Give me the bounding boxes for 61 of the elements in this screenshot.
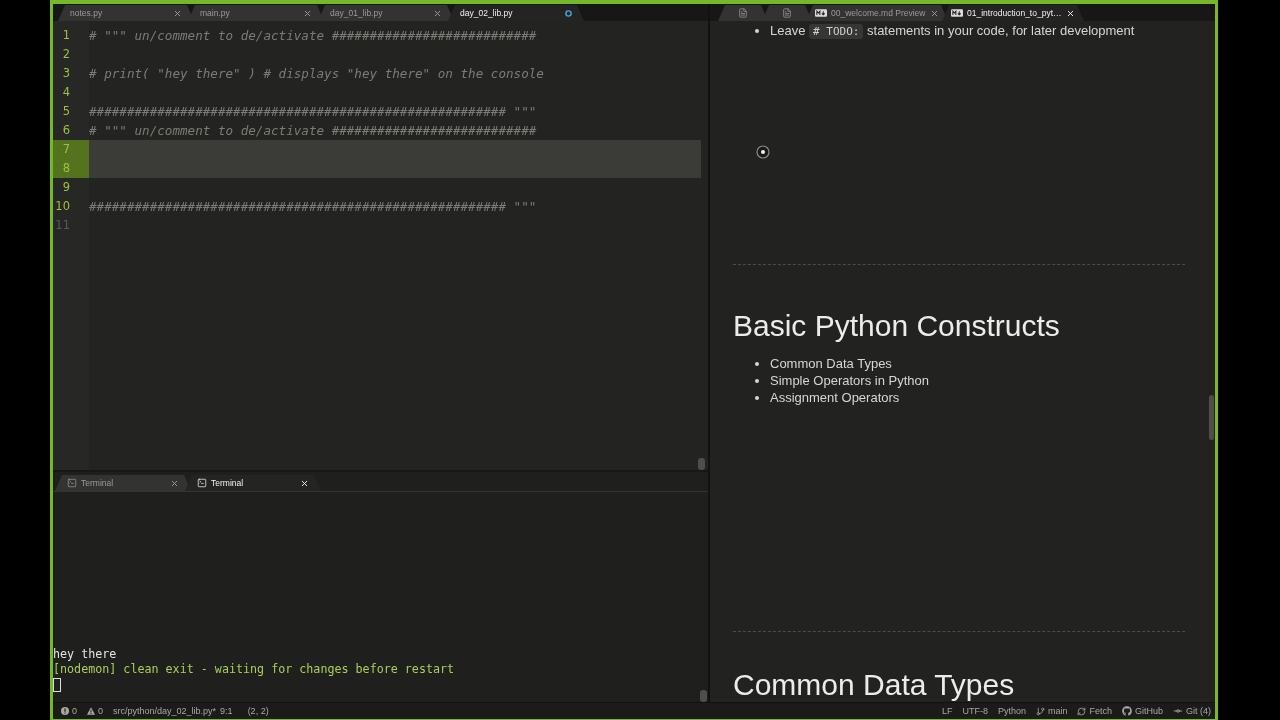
code-line: # print( "hey there" ) # displays "hey there" on the console — [89, 65, 544, 83]
list-item-text: Common Data Types — [770, 355, 892, 372]
line-number: 6 — [61, 122, 71, 139]
bullet-icon — [755, 28, 759, 33]
code-line: # """ un/comment to de/activate ########################### — [89, 27, 537, 45]
markdown-icon — [815, 9, 827, 17]
line-number: 8 — [53, 159, 89, 178]
line-number: 7 — [53, 140, 89, 159]
terminal-status-line: [nodemon] clean exit - waiting for changes before restart — [53, 662, 456, 677]
line-number: 4 — [61, 84, 71, 101]
bullet-icon — [755, 361, 759, 366]
branch-icon — [1035, 706, 1045, 716]
github-icon — [1121, 706, 1132, 716]
code-line: ####################################################### """ — [89, 198, 537, 216]
terminal-icon — [67, 478, 77, 488]
bullet-icon — [755, 395, 759, 400]
line-number: 9 — [61, 179, 71, 196]
file-icon — [738, 8, 748, 18]
code-line: # """ un/comment to de/activate ########################### — [89, 122, 537, 140]
list-item-text: Leave # TODO: statements in your code, for later development — [770, 22, 1135, 39]
file-encoding[interactable]: UTF-8 — [962, 706, 988, 716]
line-number: 1 — [61, 27, 71, 44]
scrollbar-thumb[interactable] — [700, 690, 707, 702]
section-heading: Common Data Types — [733, 670, 1015, 700]
close-icon[interactable] — [1066, 8, 1075, 18]
line-number: 5 — [61, 103, 71, 120]
cursor-position[interactable]: 9:1 — [220, 706, 233, 716]
line-number: 2 — [61, 46, 71, 63]
terminal-icon — [197, 478, 207, 488]
bullet-icon — [755, 378, 759, 383]
scrollbar-thumb[interactable] — [698, 458, 705, 470]
github-button[interactable]: GitHub — [1121, 706, 1163, 716]
sync-icon — [1077, 706, 1087, 716]
section-heading: Basic Python Constructs — [733, 311, 1060, 341]
scrollbar-thumb[interactable] — [1209, 395, 1214, 440]
line-number: 3 — [61, 65, 71, 82]
list-item-text: Simple Operators in Python — [770, 372, 929, 389]
git-branch[interactable]: main — [1035, 706, 1068, 716]
line-ending[interactable]: LF — [941, 706, 953, 716]
editor-tab[interactable]: day_02_lib.py — [448, 5, 584, 21]
mouse-cursor-icon — [756, 145, 770, 159]
grammar-selector[interactable]: Python — [997, 706, 1026, 716]
selection-count[interactable]: (2, 2) — [247, 706, 269, 716]
error-icon — [61, 707, 69, 715]
close-icon[interactable] — [300, 478, 309, 488]
file-path[interactable]: src/python/day_02_lib.py* — [113, 706, 217, 716]
markdown-icon — [951, 9, 963, 17]
file-icon — [782, 8, 792, 18]
list-item-text: Assignment Operators — [770, 389, 900, 406]
error-count[interactable]: 0 — [61, 706, 77, 716]
git-button[interactable]: Git (4) — [1173, 706, 1211, 716]
preview-tab[interactable]: 01_introduction_to_pyt… — [942, 5, 1084, 21]
commit-icon — [1173, 706, 1183, 716]
terminal-output-line: hey there — [53, 647, 118, 662]
code-line: ####################################################### """ — [89, 103, 537, 121]
terminal-tab[interactable]: Terminal — [185, 475, 321, 491]
warning-icon — [87, 707, 95, 715]
warning-count[interactable]: 0 — [87, 706, 104, 716]
fetch-button[interactable]: Fetch — [1077, 706, 1112, 716]
line-number: 10 — [54, 198, 71, 215]
terminal-cursor — [53, 677, 61, 692]
